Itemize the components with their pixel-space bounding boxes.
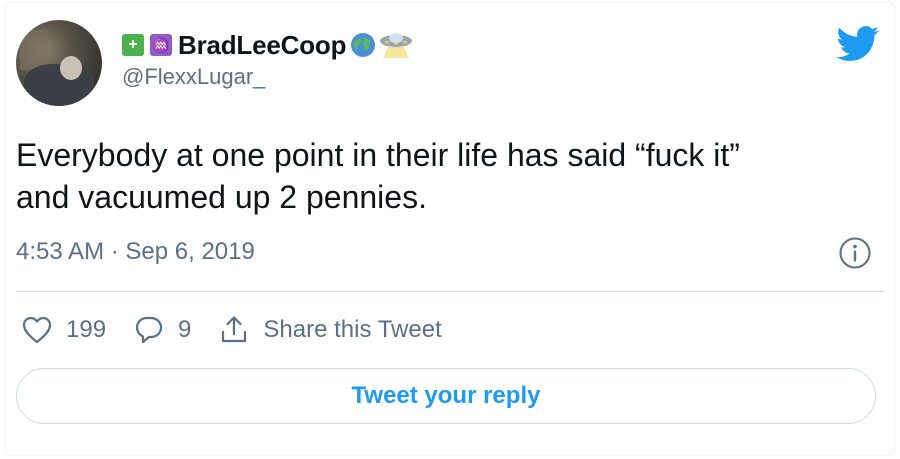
share-label: Share this Tweet bbox=[263, 316, 442, 343]
tweet-your-reply-button[interactable]: Tweet your reply bbox=[16, 368, 876, 424]
heart-icon bbox=[22, 316, 52, 344]
tweet-text-line-2: and vacuumed up 2 pennies. bbox=[16, 179, 427, 215]
divider bbox=[16, 291, 884, 292]
display-name[interactable]: BradLeeCoop bbox=[178, 30, 346, 61]
name-row[interactable]: + ♒ BradLeeCoop bbox=[122, 28, 414, 62]
ufo-icon bbox=[380, 33, 413, 58]
user-handle[interactable]: @FlexxLugar_ bbox=[122, 64, 414, 90]
battery-icon: + bbox=[122, 34, 144, 56]
tweet-header: + ♒ BradLeeCoop @FlexxLugar_ bbox=[122, 28, 414, 90]
like-count: 199 bbox=[66, 316, 107, 343]
tweet-text-line-1: Everybody at one point in their life has… bbox=[16, 137, 740, 173]
like-button[interactable]: 199 bbox=[22, 316, 106, 344]
twitter-bird-icon[interactable] bbox=[836, 26, 880, 62]
reply-button[interactable]: 9 bbox=[134, 315, 191, 345]
info-icon[interactable] bbox=[838, 236, 872, 270]
aquarius-icon: ♒ bbox=[150, 34, 172, 56]
tweet-timestamp[interactable]: 4:53 AM · Sep 6, 2019 bbox=[16, 238, 255, 266]
share-icon bbox=[222, 316, 247, 343]
avatar[interactable] bbox=[16, 20, 102, 106]
tweet-text: Everybody at one point in their life has… bbox=[16, 134, 876, 218]
share-button[interactable]: Share this Tweet bbox=[219, 315, 442, 345]
reply-count: 9 bbox=[178, 316, 192, 343]
globe-icon bbox=[351, 33, 376, 57]
comment-icon bbox=[135, 316, 163, 344]
tweet-actions: 199 9 Share this Tweet bbox=[22, 308, 470, 352]
